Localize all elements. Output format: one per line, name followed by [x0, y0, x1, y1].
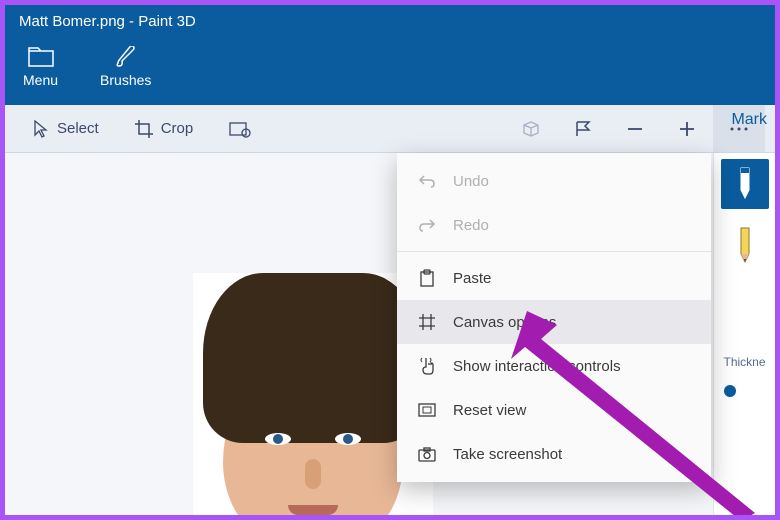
side-panel: Mark Thickne	[713, 153, 775, 515]
menu-paste-label: Paste	[453, 270, 491, 287]
touch-icon	[417, 356, 437, 376]
brush-icon	[112, 46, 140, 68]
menu-button[interactable]: Menu	[23, 46, 58, 88]
crop-icon	[135, 120, 153, 138]
marker-tool[interactable]	[721, 159, 769, 209]
redo-icon	[417, 215, 437, 235]
cursor-icon	[33, 120, 49, 138]
menu-take-screenshot-label: Take screenshot	[453, 446, 562, 463]
flag-icon	[574, 120, 592, 138]
zoom-in-button[interactable]	[661, 105, 713, 152]
thickness-slider[interactable]	[724, 385, 736, 397]
marker-icon	[734, 166, 756, 202]
menu-reset-view-label: Reset view	[453, 402, 526, 419]
select-label: Select	[57, 120, 99, 137]
flag-button[interactable]	[557, 105, 609, 152]
window-title: Matt Bomer.png - Paint 3D	[5, 5, 775, 38]
reset-view-icon	[417, 400, 437, 420]
crop-label: Crop	[161, 120, 194, 137]
side-panel-title: Mark	[731, 111, 767, 129]
pencil-tool[interactable]	[721, 221, 769, 271]
menu-canvas-options[interactable]: Canvas options	[397, 300, 711, 344]
titlebar: Matt Bomer.png - Paint 3D Menu Brushes	[5, 5, 775, 105]
thickness-label: Thickne	[723, 355, 765, 369]
3d-view-button[interactable]	[505, 105, 557, 152]
menu-take-screenshot[interactable]: Take screenshot	[397, 432, 711, 476]
menu-redo-label: Redo	[453, 217, 489, 234]
app-window: Matt Bomer.png - Paint 3D Menu Brushes S…	[5, 5, 775, 515]
menu-canvas-options-label: Canvas options	[453, 314, 556, 331]
undo-icon	[417, 171, 437, 191]
ribbon-right	[505, 105, 765, 152]
crop-tool[interactable]: Crop	[117, 105, 212, 152]
menu-undo-label: Undo	[453, 173, 489, 190]
menu-paste[interactable]: Paste	[397, 256, 711, 300]
context-menu: Undo Redo Paste Canvas options Show int	[397, 153, 711, 482]
brushes-label: Brushes	[100, 72, 151, 88]
canvas-options-icon	[417, 312, 437, 332]
zoom-out-button[interactable]	[609, 105, 661, 152]
menu-redo[interactable]: Redo	[397, 203, 711, 247]
menu-show-interaction-label: Show interaction controls	[453, 358, 621, 375]
menu-undo[interactable]: Undo	[397, 159, 711, 203]
top-toolbar: Menu Brushes	[5, 38, 775, 94]
ribbon: Select Crop	[5, 105, 775, 153]
magic-select-icon	[229, 120, 251, 138]
menu-reset-view[interactable]: Reset view	[397, 388, 711, 432]
paste-icon	[417, 268, 437, 288]
camera-icon	[417, 444, 437, 464]
menu-label: Menu	[23, 72, 58, 88]
plus-icon	[678, 120, 696, 138]
folder-icon	[27, 46, 55, 68]
brushes-button[interactable]: Brushes	[100, 46, 151, 88]
menu-separator	[397, 251, 711, 252]
pencil-icon	[735, 226, 755, 266]
magic-select-tool[interactable]	[211, 105, 269, 152]
minus-icon	[626, 120, 644, 138]
cube-icon	[521, 120, 541, 138]
select-tool[interactable]: Select	[15, 105, 117, 152]
menu-show-interaction[interactable]: Show interaction controls	[397, 344, 711, 388]
